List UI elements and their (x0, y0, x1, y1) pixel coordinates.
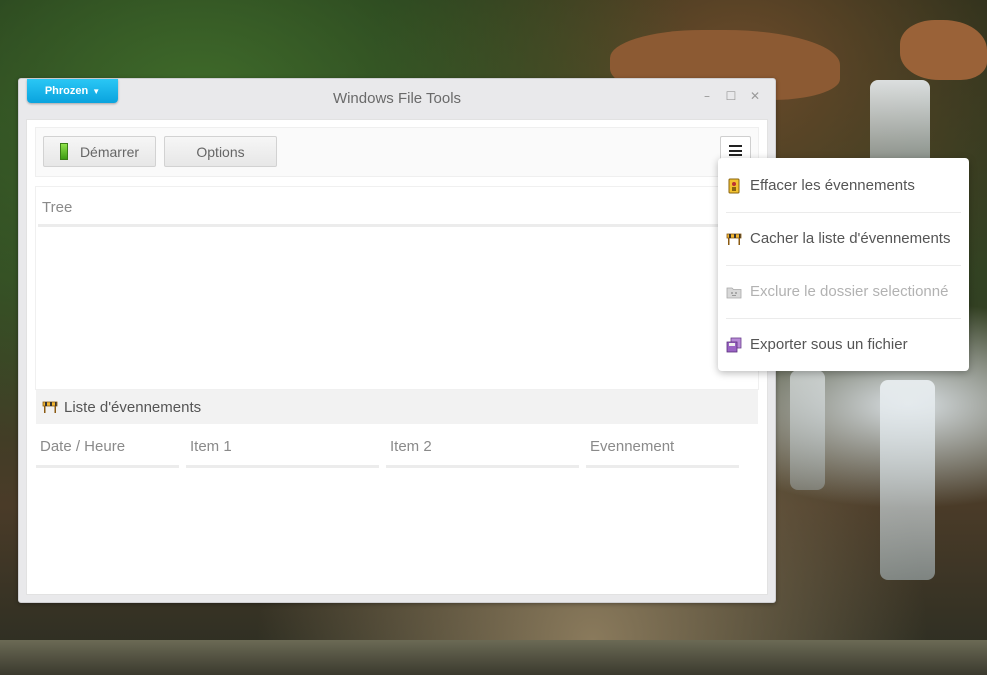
toolbar: Démarrer Options (35, 127, 759, 177)
column-header[interactable]: Item 1 (186, 432, 379, 468)
tree-header-divider (38, 224, 756, 227)
column-label: Item 1 (190, 438, 232, 455)
column-label: Item 2 (390, 438, 432, 455)
options-button[interactable]: Options (164, 136, 277, 167)
clear-icon (726, 178, 742, 194)
menu-item-label: Effacer les évennements (750, 177, 915, 194)
start-button-label: Démarrer (79, 143, 140, 160)
menu-item-label: Exclure le dossier selectionné (750, 283, 949, 300)
menu-item-export-file[interactable]: Exporter sous un fichier (718, 318, 969, 371)
column-label: Date / Heure (40, 438, 126, 455)
start-indicator-icon (59, 143, 68, 160)
folder-exclude-icon (726, 284, 742, 300)
column-header[interactable]: Evennement (586, 432, 739, 468)
column-header[interactable]: Date / Heure (36, 432, 179, 468)
start-button[interactable]: Démarrer (43, 136, 156, 167)
close-icon[interactable]: ✕ (747, 88, 763, 104)
tree-header: Tree (42, 199, 73, 216)
hamburger-icon (729, 145, 742, 156)
background-rock (900, 20, 987, 80)
barrier-icon (726, 231, 742, 247)
column-header[interactable]: Item 2 (386, 432, 579, 468)
dropdown-menu: Effacer les évennements Cacher la liste … (718, 158, 969, 371)
minimize-icon[interactable]: – (699, 88, 715, 104)
menu-item-clear-events[interactable]: Effacer les évennements (718, 159, 969, 212)
window-title: Windows File Tools (332, 90, 462, 107)
export-file-icon (726, 337, 742, 353)
background-water (0, 640, 987, 675)
events-list[interactable] (36, 468, 758, 586)
main-content: Démarrer Options Tree Liste d'évennement… (26, 119, 768, 595)
column-label: Evennement (590, 438, 675, 455)
menu-item-hide-events[interactable]: Cacher la liste d'évennements (718, 212, 969, 265)
events-section-header: Liste d'évennements (36, 390, 758, 424)
events-table-header: Date / Heure Item 1 Item 2 Evennement (36, 432, 758, 468)
background-waterfall (880, 380, 935, 580)
maximize-icon[interactable]: ☐ (723, 88, 739, 104)
menu-item-label: Cacher la liste d'évennements (750, 230, 951, 247)
tree-panel[interactable]: Tree (35, 186, 759, 390)
background-waterfall (790, 370, 825, 490)
menu-item-label: Exporter sous un fichier (750, 336, 908, 353)
events-title: Liste d'évennements (64, 398, 202, 416)
barrier-icon (42, 400, 58, 414)
app-window: Phrozen ▼ Windows File Tools – ☐ ✕ Démar… (18, 78, 776, 603)
background-waterfall (870, 80, 930, 170)
menu-item-exclude-folder: Exclure le dossier selectionné (718, 265, 969, 318)
options-button-label: Options (196, 143, 245, 160)
